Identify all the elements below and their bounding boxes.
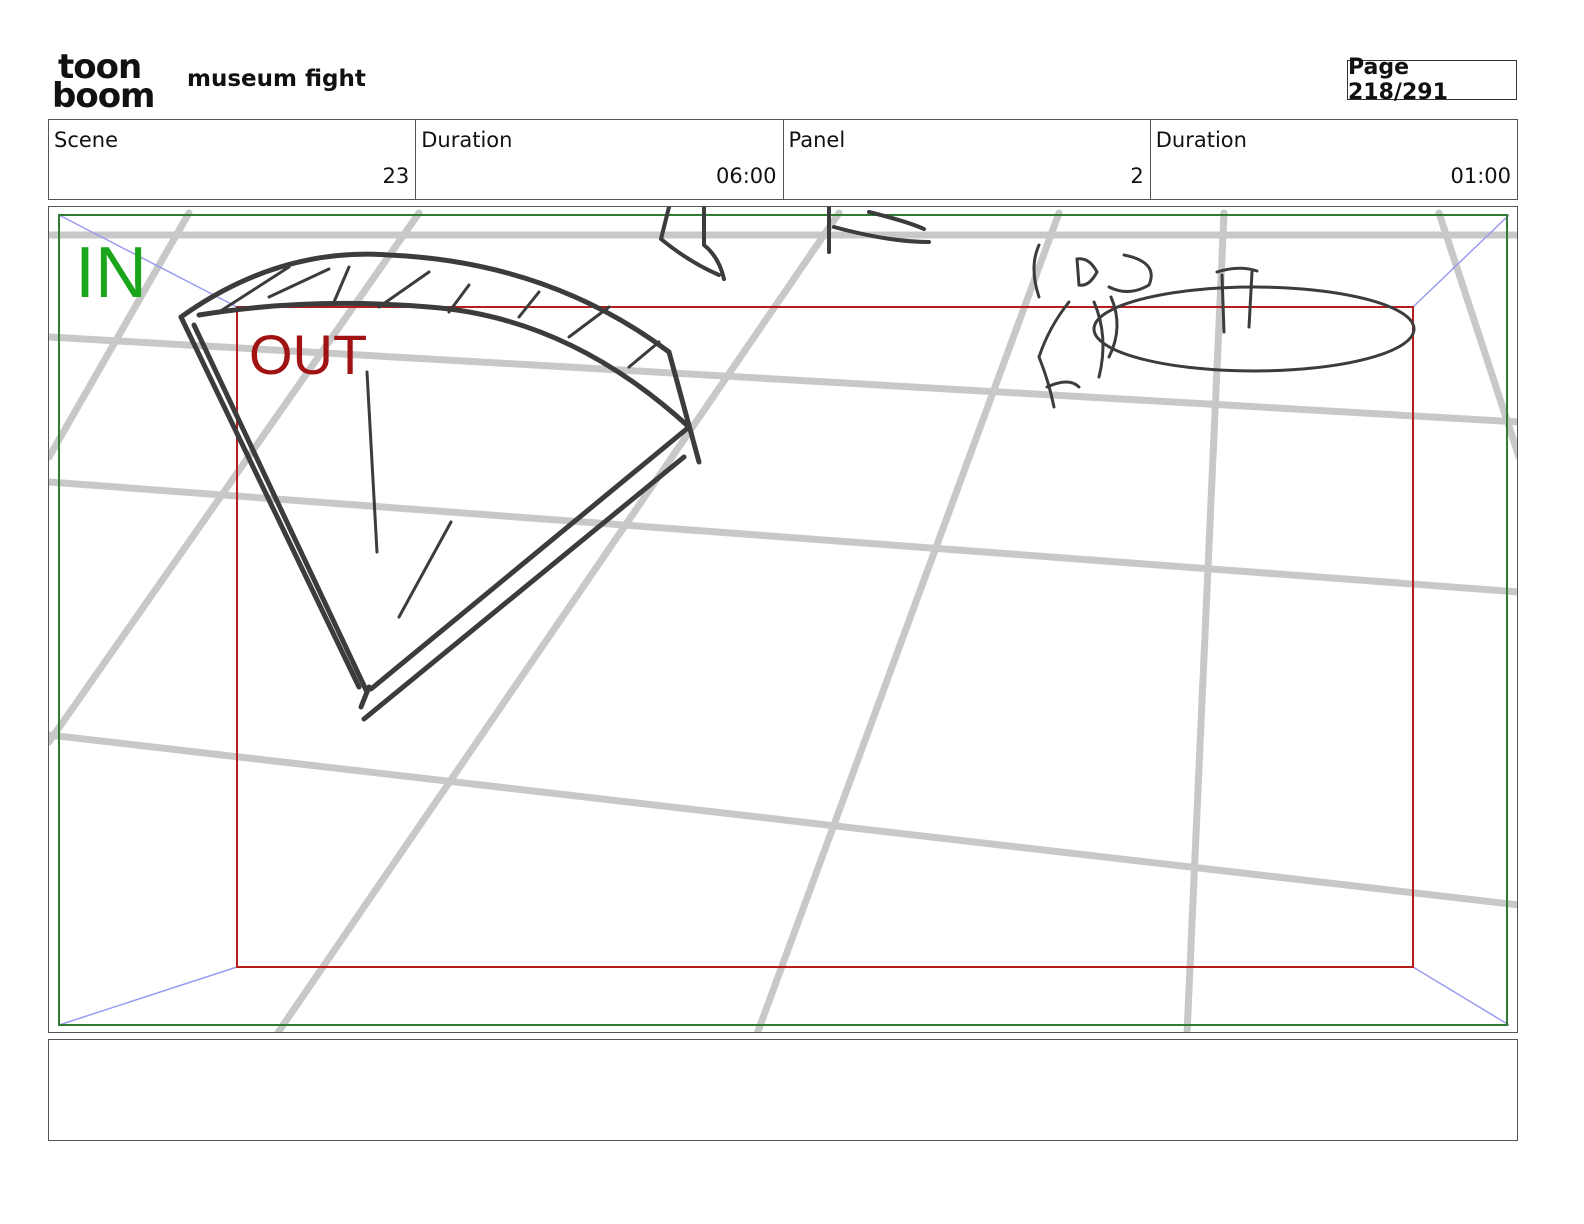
panel-duration-label: Duration [1155,128,1247,152]
panel-cell: Panel 2 [784,120,1151,199]
scene-value: 23 [382,164,410,188]
scene-duration-value: 06:00 [715,164,777,188]
panel-caption-box[interactable] [48,1039,1518,1141]
scene-label: Scene [54,128,119,152]
display-case-hatching [217,265,661,619]
project-title: museum fight [187,66,366,92]
panel-duration-cell: Duration 01:00 [1151,120,1517,199]
in-frame-label: IN [75,233,147,313]
scene-duration-cell: Duration 06:00 [416,120,784,199]
panel-info-bar: Scene 23 Duration 06:00 Panel 2 Duration… [48,119,1518,200]
storyboard-panel: IN OUT [48,206,1518,1033]
panel-value: 2 [1130,164,1144,188]
character-and-table-sketch [1032,243,1416,409]
panel-duration-value: 01:00 [1450,164,1511,188]
logo-line-2: boom [52,76,155,116]
out-frame-label: OUT [249,323,368,386]
scene-cell: Scene 23 [49,120,417,199]
panel-label: Panel [788,128,846,152]
scene-duration-label: Duration [421,128,513,152]
toon-boom-logo: toon boom [52,50,164,116]
figure-legs-sketch [658,207,931,281]
page-indicator: Page 218/291 [1347,55,1517,105]
